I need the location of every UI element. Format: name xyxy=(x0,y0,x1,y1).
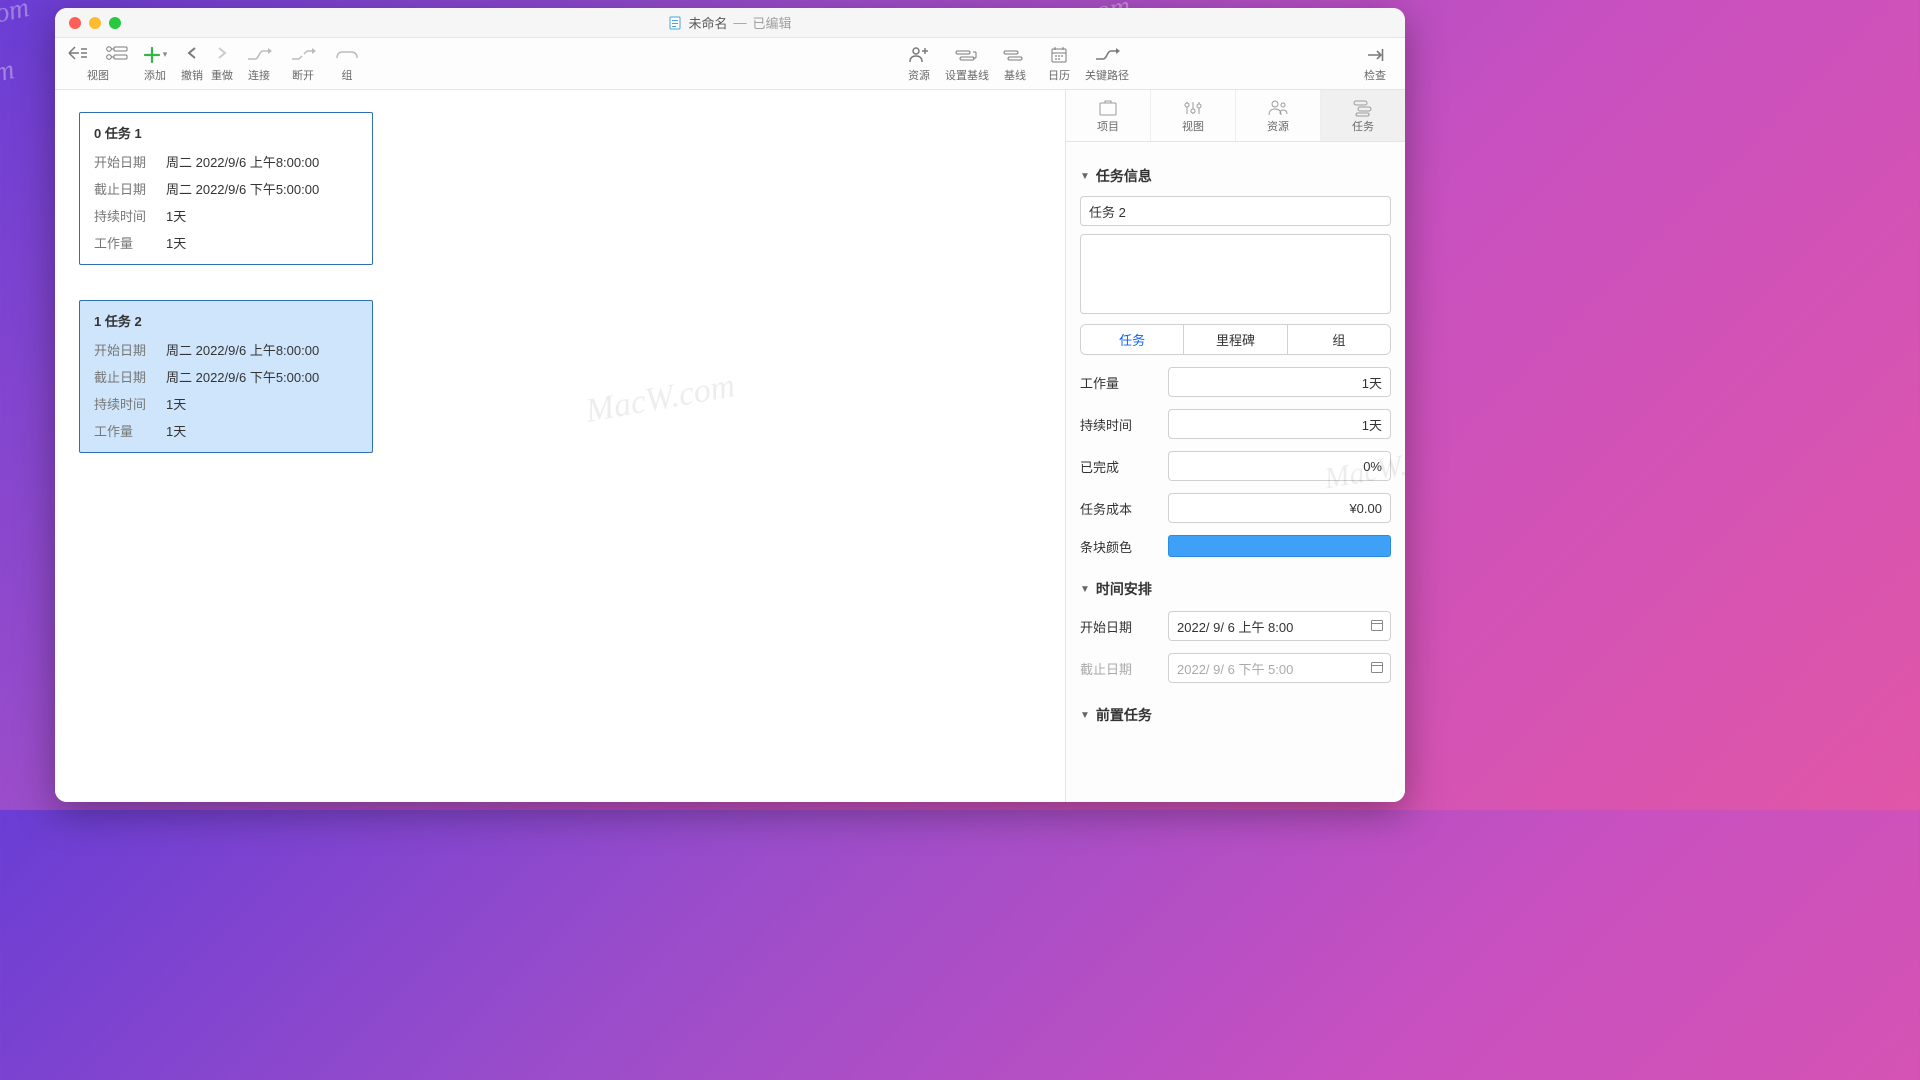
toolbar-disconnect-label: 断开 xyxy=(292,67,314,83)
toolbar-resource[interactable]: 资源 xyxy=(897,38,941,89)
label-end-date: 截止日期 xyxy=(1080,659,1158,678)
toolbar-set-baseline[interactable]: 设置基线 xyxy=(941,38,993,89)
set-baseline-icon xyxy=(954,45,980,65)
task-card[interactable]: 0 任务 1 开始日期周二 2022/9/6 上午8:00:00 截止日期周二 … xyxy=(79,112,373,265)
connect-icon xyxy=(246,45,272,65)
toolbar-add-label: 添加 xyxy=(144,67,166,83)
baseline-icon xyxy=(1002,45,1028,65)
document-icon xyxy=(668,16,682,30)
minimize-icon[interactable] xyxy=(89,17,101,29)
toolbar-view[interactable]: 视图 xyxy=(63,38,133,89)
resources-icon xyxy=(1267,98,1289,118)
label-start-date: 开始日期 xyxy=(1080,617,1158,636)
label-complete: 已完成 xyxy=(1080,457,1158,476)
toolbar-calendar[interactable]: 日历 xyxy=(1037,38,1081,89)
tab-view[interactable]: 视图 xyxy=(1151,90,1236,141)
group-icon xyxy=(335,45,359,65)
task-card-title: 1 任务 2 xyxy=(80,301,372,336)
section-task-info[interactable]: ▼ 任务信息 xyxy=(1080,166,1391,186)
task-icon xyxy=(1352,98,1374,118)
inspector-body: ▼ 任务信息 任务 2 任务 里程碑 组 工作量 1天 持续时间 xyxy=(1066,142,1405,802)
task-card-title: 0 任务 1 xyxy=(80,113,372,148)
canvas[interactable]: MacW.com 0 任务 1 开始日期周二 2022/9/6 上午8:00:0… xyxy=(55,90,1065,802)
critical-path-icon xyxy=(1094,45,1120,65)
toolbar-disconnect[interactable]: 断开 xyxy=(281,38,325,89)
toolbar-add[interactable]: ▾ 添加 xyxy=(133,38,177,89)
field-end-date[interactable]: 2022/ 9/ 6 下午 5:00 xyxy=(1168,653,1391,683)
window-title-status: 已编辑 xyxy=(753,13,792,32)
toolbar-undo-label: 撤销 xyxy=(181,67,203,83)
toolbar-group[interactable]: 组 xyxy=(325,38,369,89)
plus-icon: ▾ xyxy=(143,45,168,65)
watermark: m xyxy=(0,54,17,90)
toolbar-group-label: 组 xyxy=(342,67,353,83)
seg-group[interactable]: 组 xyxy=(1288,325,1390,354)
field-duration[interactable]: 1天 xyxy=(1168,409,1391,439)
inspector-tabs: 项目 视图 资源 任务 xyxy=(1066,90,1405,142)
field-complete[interactable]: 0% xyxy=(1168,451,1391,481)
toolbar-critical-label: 关键路径 xyxy=(1085,67,1129,83)
field-cost[interactable]: ¥0.00 xyxy=(1168,493,1391,523)
maximize-icon[interactable] xyxy=(109,17,121,29)
task-notes-input[interactable] xyxy=(1080,234,1391,314)
task-type-segment: 任务 里程碑 组 xyxy=(1080,324,1391,355)
seg-milestone[interactable]: 里程碑 xyxy=(1184,325,1287,354)
disconnect-icon xyxy=(290,45,316,65)
task-name-input[interactable]: 任务 2 xyxy=(1080,196,1391,226)
toolbar-calendar-label: 日历 xyxy=(1048,67,1070,83)
resource-icon xyxy=(908,45,930,65)
task-card-selected[interactable]: 1 任务 2 开始日期周二 2022/9/6 上午8:00:00 截止日期周二 … xyxy=(79,300,373,453)
watermark: .om xyxy=(0,0,32,32)
tab-task[interactable]: 任务 xyxy=(1321,90,1405,141)
calendar-icon xyxy=(1050,45,1068,65)
undo-icon[interactable] xyxy=(185,45,199,64)
app-window: 未命名 — 已编辑 视图 ▾ 添加 撤销重做 连接 xyxy=(55,8,1405,802)
inspect-icon xyxy=(1366,45,1384,65)
toolbar-baseline[interactable]: 基线 xyxy=(993,38,1037,89)
toolbar-inspect-label: 检查 xyxy=(1364,67,1386,83)
toolbar-connect[interactable]: 连接 xyxy=(237,38,281,89)
toolbar-undo-redo: 撤销重做 xyxy=(177,38,237,89)
inspector: 项目 视图 资源 任务 ▼ 任务信息 xyxy=(1065,90,1405,802)
toolbar-critical-path[interactable]: 关键路径 xyxy=(1081,38,1133,89)
label-effort: 工作量 xyxy=(1080,373,1158,392)
label-bar-color: 条块颜色 xyxy=(1080,537,1158,556)
view-alt-icon xyxy=(105,45,129,64)
tab-project[interactable]: 项目 xyxy=(1066,90,1151,141)
section-schedule[interactable]: ▼ 时间安排 xyxy=(1080,579,1391,599)
label-duration: 持续时间 xyxy=(1080,415,1158,434)
sliders-icon xyxy=(1183,98,1203,118)
project-icon xyxy=(1098,98,1118,118)
toolbar-baseline-label: 基线 xyxy=(1004,67,1026,83)
toolbar-inspect[interactable]: 检查 xyxy=(1353,38,1397,89)
chevron-down-icon: ▼ xyxy=(1080,584,1090,595)
seg-task[interactable]: 任务 xyxy=(1081,325,1184,354)
traffic-lights xyxy=(69,17,121,29)
chevron-down-icon: ▼ xyxy=(1080,171,1090,182)
tab-resource[interactable]: 资源 xyxy=(1236,90,1321,141)
toolbar-resource-label: 资源 xyxy=(908,67,930,83)
toolbar-view-label: 视图 xyxy=(87,67,109,83)
label-cost: 任务成本 xyxy=(1080,499,1158,518)
redo-icon[interactable] xyxy=(215,45,229,64)
toolbar: 视图 ▾ 添加 撤销重做 连接 断开 组 资源 xyxy=(55,38,1405,90)
calendar-icon xyxy=(1370,660,1384,677)
calendar-icon xyxy=(1370,618,1384,635)
bar-color-swatch[interactable] xyxy=(1168,535,1391,557)
section-predecessors[interactable]: ▼ 前置任务 xyxy=(1080,705,1391,725)
window-title: 未命名 — 已编辑 xyxy=(55,13,1405,32)
window-title-separator: — xyxy=(734,15,747,30)
titlebar: 未命名 — 已编辑 xyxy=(55,8,1405,38)
toolbar-redo-label: 重做 xyxy=(211,67,233,83)
window-title-text: 未命名 xyxy=(688,13,727,32)
toolbar-connect-label: 连接 xyxy=(248,67,270,83)
close-icon[interactable] xyxy=(69,17,81,29)
view-icon xyxy=(67,45,89,64)
toolbar-set-baseline-label: 设置基线 xyxy=(945,67,989,83)
field-start-date[interactable]: 2022/ 9/ 6 上午 8:00 xyxy=(1168,611,1391,641)
chevron-down-icon: ▼ xyxy=(1080,710,1090,721)
field-effort[interactable]: 1天 xyxy=(1168,367,1391,397)
watermark: MacW.com xyxy=(583,367,738,431)
